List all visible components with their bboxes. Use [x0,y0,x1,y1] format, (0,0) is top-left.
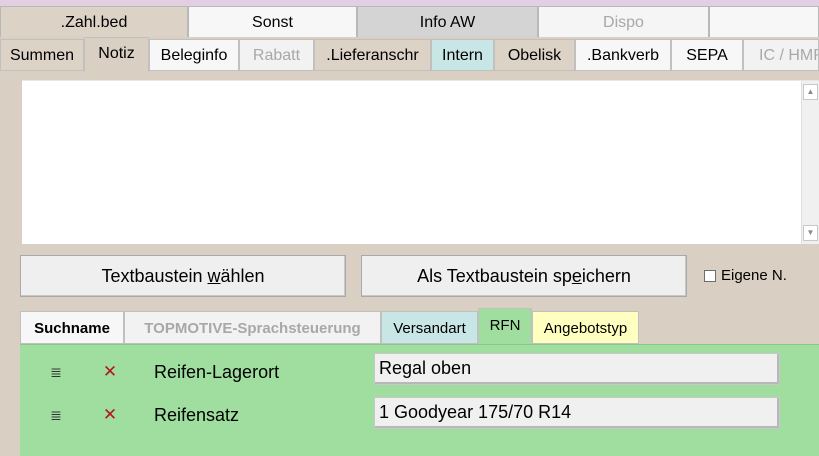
row-label-reifensatz: Reifensatz [154,405,240,425]
tab-info-aw[interactable]: Info AW [357,6,538,37]
reifensatz-field[interactable]: 1 Goodyear 175/70 R14 [374,397,780,429]
note-textarea[interactable]: ▲ ▼ [22,80,819,244]
choose-text-block-button[interactable]: Textbaustein wählen [20,255,346,297]
tab-sonst[interactable]: Sonst [188,6,357,37]
row-label-reifen-lagerort: Reifen-Lagerort [154,362,280,382]
tab-intern[interactable]: Intern [431,39,494,71]
tab-zahlbed[interactable]: .Zahl.bed [0,6,188,37]
choose-text-block-label-prefix: Textbaustein [101,266,208,286]
save-text-block-label-suffix: ichern [581,266,631,286]
tab-empty[interactable] [709,6,819,37]
note-scrollbar[interactable]: ▲ ▼ [801,81,819,244]
own-note-label: Eigene N. [721,267,787,284]
choose-text-block-label-suffix: ählen [220,266,265,286]
reifen-lagerort-field[interactable]: Regal oben [374,353,780,385]
tab-ic-hmr[interactable]: IC / HMR [743,39,819,71]
tab-bankverb[interactable]: .Bankverb [575,39,671,71]
list-icon[interactable]: ≣ [48,364,64,380]
choose-text-block-accesskey: w [207,266,221,286]
remove-x-icon[interactable]: ✕ [102,406,118,423]
tab-topmotive-sprachsteuerung[interactable]: TOPMOTIVE-Sprachsteuerung [124,311,381,344]
tab-summen[interactable]: Summen [0,39,84,71]
scroll-down-arrow-icon[interactable]: ▼ [803,225,818,241]
tab-rabatt[interactable]: Rabatt [239,39,314,71]
tab-lieferanschr[interactable]: .Lieferanschr [314,39,431,71]
remove-x-icon[interactable]: ✕ [102,363,118,380]
tab-sepa[interactable]: SEPA [671,39,743,71]
tab-angebotstyp[interactable]: Angebotstyp [532,311,639,344]
tab-dispo[interactable]: Dispo [538,6,709,37]
tab-notiz[interactable]: Notiz [84,37,149,72]
own-note-checkbox[interactable] [704,270,716,282]
tab-suchname[interactable]: Suchname [20,311,124,344]
top-tab-row: .Zahl.bed Sonst Info AW Dispo [0,6,819,38]
tab-rfn[interactable]: RFN [478,308,532,345]
scroll-up-arrow-icon[interactable]: ▲ [803,84,818,100]
tab-beleginfo[interactable]: Beleginfo [149,39,239,71]
save-as-text-block-button[interactable]: Als Textbaustein speichern [361,255,687,297]
list-icon[interactable]: ≣ [48,407,64,423]
tab-obelisk[interactable]: Obelisk [494,39,575,71]
save-text-block-label-prefix: Als Textbaustein sp [417,266,572,286]
second-tab-row: Summen Notiz Beleginfo Rabatt .Lieferans… [0,37,819,72]
tab-versandart[interactable]: Versandart [381,311,478,344]
save-text-block-accesskey: e [571,266,582,286]
